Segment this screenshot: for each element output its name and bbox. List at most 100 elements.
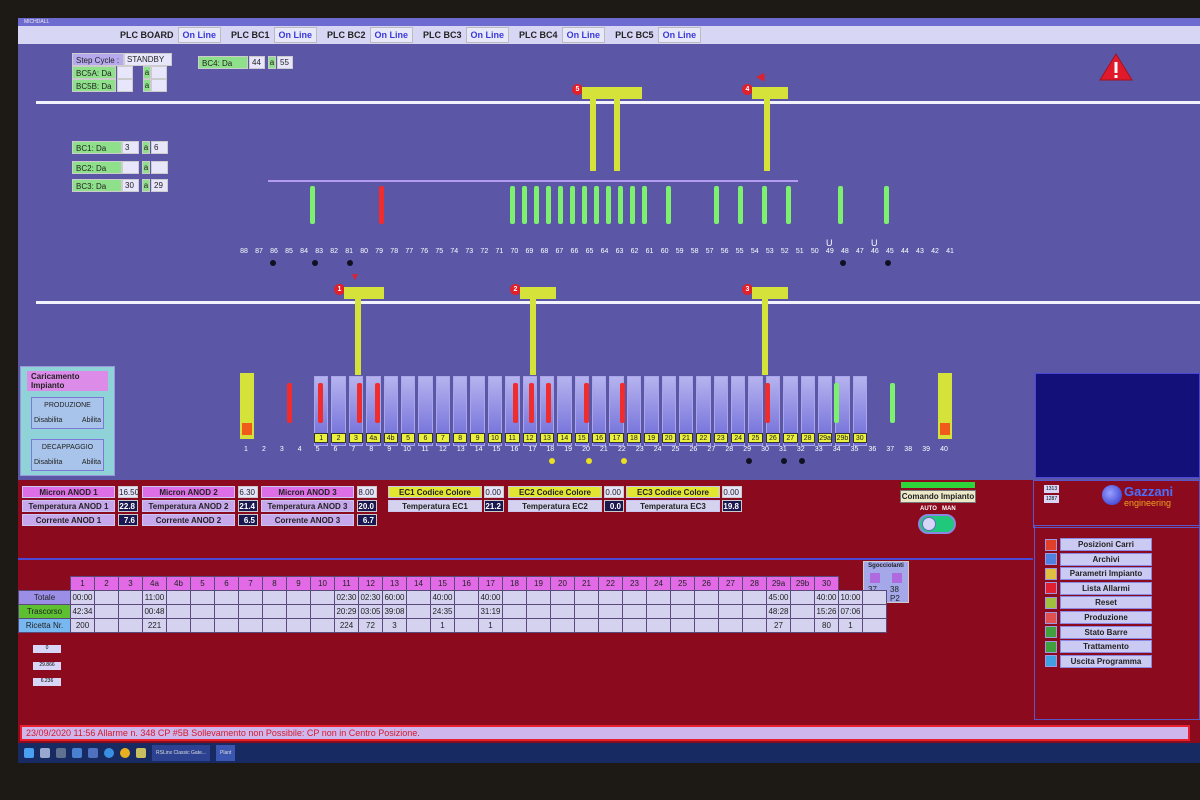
bc4-to[interactable]: 55 (277, 56, 293, 69)
column-header: 21 (574, 576, 599, 591)
menu-button[interactable]: Trattamento (1060, 640, 1152, 654)
menu-item[interactable]: Parametri Impianto (1045, 567, 1152, 581)
menu-item[interactable]: Uscita Programma (1045, 654, 1152, 668)
chrome-icon[interactable] (120, 748, 130, 758)
auto-man-switch[interactable] (918, 514, 956, 534)
crane-arm (764, 99, 770, 171)
table-cell (550, 604, 575, 619)
bc5b-from[interactable] (117, 79, 133, 92)
rslinx-icon[interactable] (136, 748, 146, 758)
archive-icon[interactable] (1045, 553, 1057, 566)
crane-icon[interactable] (1045, 538, 1057, 551)
bc5b-label: BC5B: Da (72, 79, 116, 92)
menu-button[interactable]: Archivi (1060, 552, 1152, 566)
app-icon[interactable] (88, 748, 98, 758)
station-number: 49 (825, 248, 834, 255)
ec-value: 0.00 (484, 486, 504, 498)
start-icon[interactable] (24, 748, 34, 758)
menu-item[interactable]: Produzione (1045, 611, 1152, 624)
ec-label: Temperatura EC2 (508, 500, 602, 512)
bc1-from[interactable]: 3 (122, 141, 139, 154)
station-number: 44 (901, 248, 909, 255)
table-cell: 39:08 (382, 604, 407, 619)
pickling-enable[interactable]: Abilita (82, 459, 101, 466)
bc4-from[interactable]: 44 (249, 56, 265, 69)
menu-item[interactable]: Reset (1045, 596, 1152, 610)
station-number: 65 (585, 248, 594, 255)
table-cell (694, 590, 719, 605)
menu-item[interactable]: Trattamento (1045, 640, 1152, 654)
station-number: 76 (420, 248, 429, 255)
station-number: 62 (630, 248, 639, 255)
pickling-toggle[interactable]: DECAPPAGGIO Disabilita Abilita (31, 439, 104, 471)
treatment-icon[interactable] (1045, 640, 1057, 653)
bc3-to[interactable]: 29 (151, 179, 168, 192)
bc5a-to[interactable] (151, 66, 167, 79)
exit-icon[interactable] (1045, 655, 1057, 668)
column-header: 13 (382, 576, 407, 591)
anod-label: Micron ANOD 2 (142, 486, 235, 498)
tank-label: 4a (366, 433, 381, 443)
bath-level-bar (606, 186, 611, 224)
bath-level-bar (375, 383, 380, 423)
reset-icon[interactable] (1045, 596, 1057, 609)
bc2-to[interactable] (151, 161, 168, 174)
column-header: 14 (406, 576, 431, 591)
table-cell (622, 618, 647, 633)
plc-label: PLC BC3 (423, 30, 462, 40)
production-toggle[interactable]: PRODUZIONE Disabilita Abilita (31, 397, 104, 429)
side-menu: Posizioni Carri Archivi Parametri Impianto… (1034, 525, 1200, 720)
menu-button[interactable]: Parametri Impianto (1060, 567, 1152, 581)
ie-browser-icon[interactable] (104, 748, 114, 758)
bc2-from[interactable] (122, 161, 139, 174)
task-view-icon[interactable] (56, 748, 66, 758)
table-cell (262, 618, 287, 633)
bath-level-bar (582, 186, 587, 224)
search-icon[interactable] (40, 748, 50, 758)
table-cell: 3 (382, 618, 407, 633)
table-cell (118, 604, 143, 619)
warning-icon[interactable] (1098, 52, 1134, 82)
menu-button[interactable]: Lista Allarmi (1060, 581, 1152, 595)
bars-status-icon[interactable] (1045, 626, 1057, 639)
table-cell (118, 618, 143, 633)
production-disable[interactable]: Disabilita (34, 417, 62, 424)
bath-level-bar (584, 383, 589, 423)
table-cell (862, 590, 887, 605)
taskbar-task[interactable]: RSLinx Classic Gate... (152, 745, 211, 761)
table-cell (502, 590, 527, 605)
menu-button[interactable]: Produzione (1060, 611, 1152, 624)
ec-value: 0.00 (722, 486, 742, 498)
sensor-dot (586, 458, 592, 464)
menu-item[interactable]: Archivi (1045, 552, 1152, 566)
production-enable[interactable]: Abilita (82, 417, 101, 424)
sensor-dot (746, 458, 752, 464)
side-value: 6.236 (33, 678, 61, 686)
bc5a-from[interactable] (117, 66, 133, 79)
column-header: 23 (622, 576, 647, 591)
column-header: 19 (526, 576, 551, 591)
sensor-dot (799, 458, 805, 464)
menu-button[interactable]: Reset (1060, 596, 1152, 610)
table-cell (742, 604, 767, 619)
menu-button[interactable]: Stato Barre (1060, 625, 1152, 639)
bath-level-bar (357, 383, 362, 423)
production-icon[interactable] (1045, 611, 1057, 624)
pickling-disable[interactable]: Disabilita (34, 459, 62, 466)
table-cell (166, 618, 191, 633)
bc3-from[interactable]: 30 (122, 179, 139, 192)
parameters-icon[interactable] (1045, 567, 1057, 580)
menu-button[interactable]: Uscita Programma (1060, 654, 1152, 668)
bc5b-to[interactable] (151, 79, 167, 92)
bc1-to[interactable]: 6 (151, 141, 168, 154)
sensor-dot (549, 458, 555, 464)
menu-button[interactable]: Posizioni Carri (1060, 538, 1152, 551)
command-button[interactable]: Comando Impianto (900, 490, 976, 503)
menu-item[interactable]: Posizioni Carri (1045, 538, 1152, 551)
menu-item[interactable]: Stato Barre (1045, 625, 1152, 639)
taskbar-task[interactable]: Plant (216, 745, 236, 761)
menu-item[interactable]: Lista Allarmi (1045, 581, 1152, 595)
alarm-banner[interactable]: 23/09/2020 11:56 Allarme n. 348 CP #5B S… (20, 725, 1190, 741)
alarm-icon[interactable] (1045, 582, 1057, 595)
explorer-icon[interactable] (72, 748, 82, 758)
